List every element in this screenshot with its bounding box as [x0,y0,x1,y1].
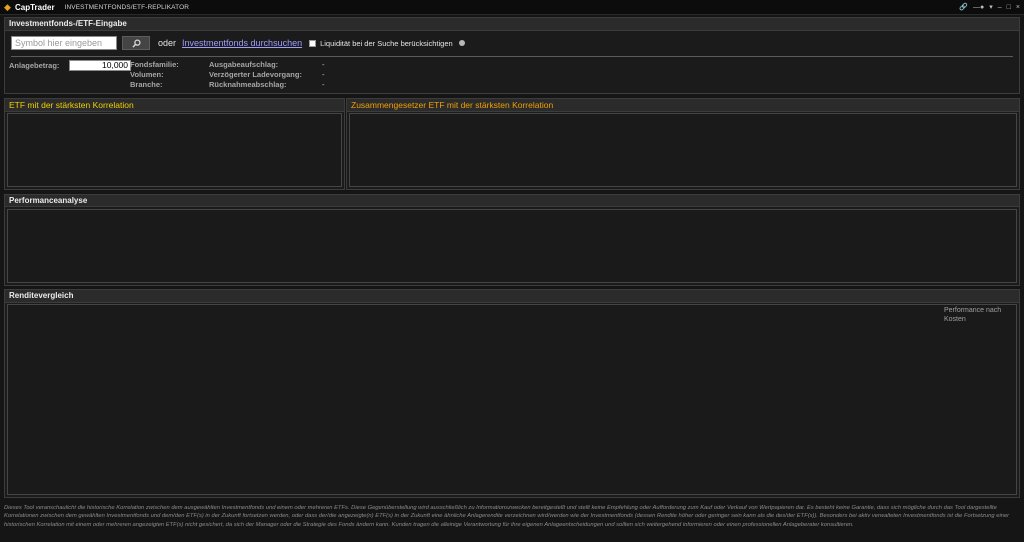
search-button[interactable] [122,36,150,50]
composite-etf-correlation-panel: Zusammengesetzer ETF mit der stärksten K… [346,98,1020,190]
search-icon [131,38,141,48]
window-titlebar: ◆ CapTrader INVESTMENTFONDS/ETF-REPLIKAT… [0,0,1024,15]
sector-label: Branche: [130,80,163,89]
performance-after-costs-label: Performance nach Kosten [944,307,1002,323]
brand-name: CapTrader [15,2,55,12]
divider [11,56,1013,57]
performance-analysis-title: Performanceanalyse [5,195,1019,207]
captrader-logo: ◆ CapTrader [4,3,65,12]
liquidity-label: Liquidität bei der Suche berücksichtigen [320,38,453,48]
fund-family-label: Fondsfamilie: [130,60,179,69]
amount-label: Anlagebetrag: [9,61,60,70]
window-title: INVESTMENTFONDS/ETF-REPLIKATOR [64,3,190,11]
info-icon[interactable] [458,40,465,46]
returns-comparison-panel: Renditevergleich [4,289,1020,498]
redemption-value: - [322,80,325,89]
amount-input[interactable]: 10,000 [69,60,131,71]
load-value: - [322,60,325,69]
delayed-value: - [322,70,325,79]
or-text: oder [158,38,177,48]
browse-funds-link[interactable]: Investmentfonds durchsuchen [182,38,302,48]
delayed-label: Verzögerter Ladevorgang: [209,70,302,79]
captrader-logo-icon: ◆ [4,2,11,12]
maximize-icon[interactable]: □ [1007,4,1011,11]
minimize-icon[interactable]: – [998,4,1002,11]
close-icon[interactable]: × [1016,4,1020,11]
input-section: Investmentfonds-/ETF-Eingabe oder Invest… [4,17,1020,94]
link-icon[interactable]: 🔗 [959,3,968,11]
symbol-input[interactable] [11,36,117,50]
performance-analysis-panel: Performanceanalyse [4,194,1020,286]
disclaimer-text: Dieses Tool veranschaulicht die historis… [4,505,1010,528]
returns-comparison-title: Renditevergleich [5,290,1019,303]
volume-label: Volumen: [130,70,164,79]
symbol-search-row: oder Investmentfonds durchsuchen Liquidi… [11,35,465,51]
composite-etf-correlation-content [349,113,1017,187]
chevron-down-icon[interactable]: ▾ [989,3,993,11]
returns-comparison-content [7,304,1017,495]
redemption-label: Rücknahmeabschlag: [209,80,287,89]
composite-etf-correlation-title: Zusammengesetzer ETF mit der stärksten K… [347,99,1019,112]
etf-correlation-content [7,113,342,187]
etf-correlation-panel: ETF mit der stärksten Korrelation [4,98,345,190]
load-label: Ausgabeaufschlag: [209,60,279,69]
liquidity-checkbox[interactable] [309,39,317,47]
performance-analysis-content [7,209,1017,283]
etf-correlation-title: ETF mit der stärksten Korrelation [5,99,344,112]
window-controls: 🔗 —● ▾ – □ × [959,0,1020,14]
input-section-title: Investmentfonds-/ETF-Eingabe [5,18,1019,31]
pin-icon[interactable]: —● [973,4,984,11]
